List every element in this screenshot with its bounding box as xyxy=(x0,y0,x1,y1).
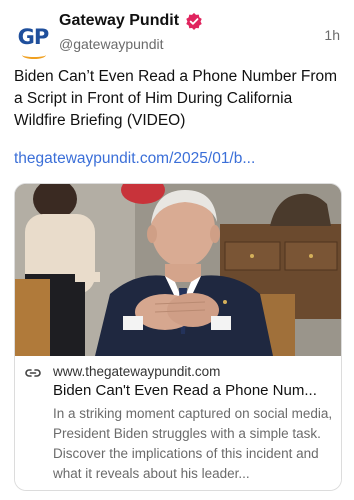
timestamp[interactable]: 1h xyxy=(324,27,340,43)
link-card[interactable]: www.thegatewaypundit.com Biden Can't Eve… xyxy=(14,183,342,491)
post[interactable]: GP Gateway Pundit @gatewaypundit 1h Bide… xyxy=(0,0,354,500)
card-meta[interactable]: www.thegatewaypundit.com Biden Can't Eve… xyxy=(15,356,341,490)
verified-badge-icon xyxy=(186,12,202,30)
avatar-logo-text: GP xyxy=(17,25,50,49)
card-description: In a striking moment captured on social … xyxy=(53,406,333,481)
card-title[interactable]: Biden Can't Even Read a Phone Num... xyxy=(53,382,333,399)
display-name[interactable]: Gateway Pundit xyxy=(59,12,179,30)
name-row: Gateway Pundit xyxy=(59,12,203,30)
card-image[interactable] xyxy=(15,184,341,356)
card-photo xyxy=(15,184,341,356)
link-icon xyxy=(25,369,41,377)
card-domain: www.thegatewaypundit.com xyxy=(53,364,221,379)
post-link[interactable]: thegatewaypundit.com/2025/01/b... xyxy=(14,150,255,168)
avatar-swoosh xyxy=(22,51,46,59)
handle[interactable]: @gatewaypundit xyxy=(59,36,164,52)
post-text: Biden Can’t Even Read a Phone Number Fro… xyxy=(14,68,338,129)
avatar[interactable]: GP xyxy=(13,20,53,60)
